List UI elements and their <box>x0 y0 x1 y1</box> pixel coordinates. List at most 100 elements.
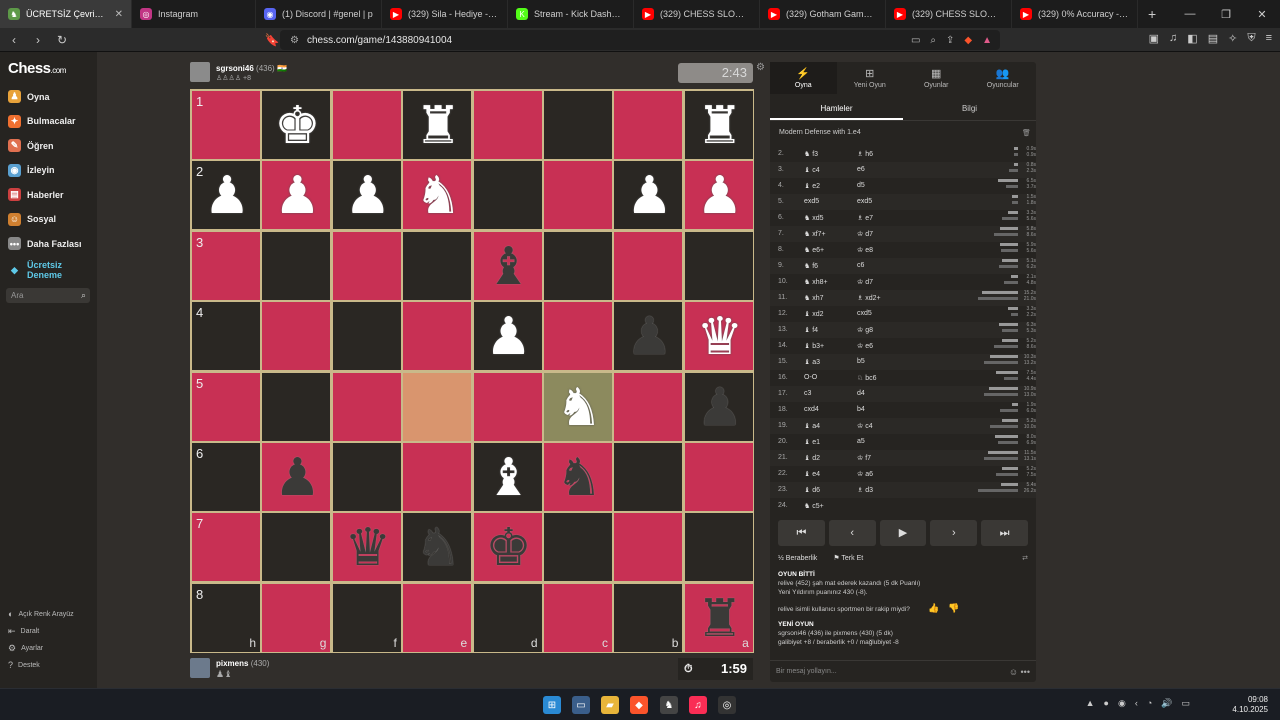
share-icon[interactable]: ⇪ <box>946 35 954 46</box>
sidebar-item[interactable]: ♟ Oyna <box>8 90 50 103</box>
white-move[interactable]: c3 <box>804 390 811 397</box>
steam-icon[interactable]: ◉ <box>1118 698 1126 709</box>
white-move[interactable]: ♞ f3 <box>804 150 818 158</box>
board-square[interactable] <box>261 301 332 372</box>
chess-app-icon[interactable]: ♞ <box>660 696 678 714</box>
board-square[interactable] <box>402 230 473 301</box>
chess-logo[interactable]: Chess.com <box>8 60 66 77</box>
white-pawn-icon[interactable]: ♟ <box>333 161 403 231</box>
vpn-icon[interactable]: ⛨ <box>1247 32 1255 45</box>
move-row[interactable]: 5. exd5 exd5 1.5s 1.8s <box>770 194 1036 210</box>
maximize-icon[interactable]: ❐ <box>1208 8 1244 21</box>
board-square[interactable]: ♜ <box>683 90 754 160</box>
emoji-icon[interactable]: ☺ ••• <box>1009 661 1030 683</box>
white-move[interactable]: ♞ e6+ <box>804 246 824 254</box>
flip-board-icon[interactable]: ⇄ <box>1022 554 1028 562</box>
black-queen-icon[interactable]: ♛ <box>333 513 403 583</box>
board-square[interactable]: ♛ <box>683 301 755 372</box>
board-square[interactable] <box>613 512 684 583</box>
white-move[interactable]: ♞ xh8+ <box>804 278 828 286</box>
black-move[interactable]: ♗ xd2+ <box>857 294 881 302</box>
white-move[interactable]: ♝ d2 <box>804 454 820 462</box>
sidebar-item[interactable]: ✦ Bulmacalar <box>8 114 76 128</box>
bottom-player-avatar[interactable] <box>190 658 210 678</box>
black-move[interactable]: ♔ e8 <box>857 246 873 254</box>
black-move[interactable]: ♔ a6 <box>857 470 873 478</box>
sidebar-item[interactable]: ••• Daha Fazlası <box>8 237 82 250</box>
black-move[interactable]: ♗ e7 <box>857 214 873 222</box>
board-square[interactable]: ♟ <box>613 301 684 372</box>
music-app-icon[interactable]: ♫ <box>689 696 707 714</box>
board-square[interactable]: 3 <box>191 230 261 301</box>
board-square[interactable]: ♟ <box>613 160 684 231</box>
board-square[interactable]: 7 <box>191 512 261 583</box>
white-move[interactable]: ♝ e4 <box>804 470 820 478</box>
white-pawn-icon[interactable]: ♟ <box>614 161 684 231</box>
sidebar-item[interactable]: ☺ Sosyal <box>8 212 56 226</box>
black-rook-icon[interactable]: ♜ <box>685 584 755 654</box>
white-king-icon[interactable]: ♚ <box>262 91 332 161</box>
white-rook-icon[interactable]: ♜ <box>403 91 473 161</box>
black-move[interactable]: ♔ c4 <box>857 422 873 430</box>
browser-tab[interactable]: ♞ ÜCRETSİZ Çevrimiçi Sa ✕ <box>0 0 132 28</box>
white-move[interactable]: ♝ e1 <box>804 438 820 446</box>
black-move[interactable]: d4 <box>857 390 865 397</box>
board-square[interactable]: ♛ <box>331 512 403 583</box>
black-king-icon[interactable]: ♚ <box>474 513 544 583</box>
white-pawn-icon[interactable]: ♟ <box>262 161 332 231</box>
black-move[interactable]: ♔ d7 <box>857 230 873 238</box>
black-move[interactable]: d5 <box>857 182 865 189</box>
last-move-button[interactable]: ⏭ <box>981 520 1028 546</box>
move-row[interactable]: 9. ♞ f6 c6 5.1s 6.2s <box>770 258 1036 274</box>
board-square[interactable] <box>402 442 473 512</box>
free-trial-link[interactable]: ◆ Ücretsiz Deneme <box>8 260 77 280</box>
previous-move-button[interactable]: ‹ <box>828 520 876 546</box>
close-tab-icon[interactable]: ✕ <box>115 9 123 20</box>
obs-icon[interactable]: ◎ <box>718 696 736 714</box>
move-row[interactable]: 2. ♞ f3 ♗ h6 0.9s 0.9s <box>770 146 1036 162</box>
board-square[interactable]: a ♜ <box>683 582 755 654</box>
board-square[interactable]: 5 <box>191 371 261 442</box>
move-row[interactable]: 7. ♞ xf7+ ♔ d7 5.8s 8.6s <box>770 226 1036 242</box>
browser-tab[interactable]: ▶ (329) Gotham Games - Yo <box>760 0 886 28</box>
move-row[interactable]: 22. ♝ e4 ♔ a6 5.2s 7.5s <box>770 466 1036 482</box>
white-queen-icon[interactable]: ♛ <box>685 302 755 372</box>
taskview-icon[interactable]: ▭ <box>572 696 590 714</box>
white-move[interactable]: ♝ f4 <box>804 326 818 334</box>
board-square[interactable] <box>472 90 543 160</box>
sidebar-bottom-item[interactable]: ⇤ Daralt <box>8 626 39 637</box>
next-move-button[interactable]: › <box>930 520 978 546</box>
board-square[interactable] <box>261 512 332 583</box>
board-square[interactable]: ♚ <box>261 90 332 161</box>
white-knight-icon[interactable]: ♞ <box>403 161 473 231</box>
brave-icon[interactable]: ◆ <box>630 696 648 714</box>
board-square[interactable]: ♞ <box>402 512 473 583</box>
board-square[interactable]: ♟ <box>331 160 403 231</box>
forward-icon[interactable]: › <box>28 33 48 47</box>
panel-icon[interactable]: ◧ <box>1187 32 1197 45</box>
first-move-button[interactable]: ⏮ <box>778 520 825 546</box>
browser-tab[interactable]: ▶ (329) Sila - Hediye - Yo <box>382 0 508 28</box>
board-square[interactable]: c <box>543 582 613 653</box>
move-row[interactable]: 24. ♞ c5+ <box>770 498 1036 514</box>
move-row[interactable]: 11. ♞ xh7 ♗ xd2+ 15.2s 21.0s <box>770 290 1036 306</box>
black-bishop-icon[interactable]: ♝ <box>474 232 544 302</box>
black-move[interactable]: ♔ e6 <box>857 342 873 350</box>
draw-button[interactable]: ½ Beraberlik <box>778 555 817 562</box>
black-move[interactable]: b5 <box>857 358 865 365</box>
resign-button[interactable]: ⚑ Terk Et <box>833 554 863 562</box>
board-square[interactable]: 4 <box>191 301 261 372</box>
move-row[interactable]: 23. ♝ d6 ♗ d3 5.4s 26.2s <box>770 482 1036 498</box>
black-move[interactable]: ♗ d3 <box>857 486 873 494</box>
board-square[interactable] <box>402 371 473 442</box>
board-square[interactable] <box>402 301 473 372</box>
board-square[interactable] <box>683 230 754 301</box>
black-move[interactable]: e6 <box>857 166 865 173</box>
move-row[interactable]: 15. ♝ a3 b5 10.3s 13.2s <box>770 354 1036 370</box>
cast-icon[interactable]: ▭ <box>911 35 920 46</box>
move-row[interactable]: 19. ♝ a4 ♔ c4 5.2s 10.0s <box>770 418 1036 434</box>
sidebar-bottom-item[interactable]: ? Destek <box>8 660 40 670</box>
white-move[interactable]: ♝ xd2 <box>804 310 824 318</box>
bottom-player-name[interactable]: pixmens (430) <box>216 659 269 668</box>
board-square[interactable]: ♟ <box>683 371 754 442</box>
